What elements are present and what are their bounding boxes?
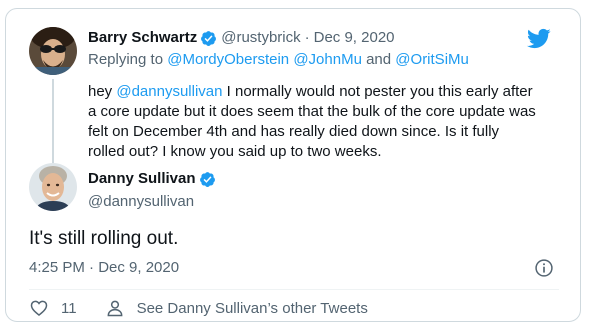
tweet-timestamp[interactable]: 4:25 PM · Dec 9, 2020 xyxy=(29,258,179,278)
see-other-tweets-label: See Danny Sullivan’s other Tweets xyxy=(136,299,368,317)
mention-link[interactable]: @dannysullivan xyxy=(116,83,222,100)
actions-divider xyxy=(29,289,559,290)
see-other-tweets-link[interactable]: See Danny Sullivan’s other Tweets xyxy=(105,298,368,318)
main-tweet-text: It's still rolling out. xyxy=(29,228,179,249)
meta-separator: · xyxy=(304,29,310,46)
reply-author-name[interactable]: Barry Schwartz xyxy=(88,28,197,48)
main-author-row: Danny Sullivan xyxy=(88,169,220,189)
reply-date[interactable]: Dec 9, 2020 xyxy=(314,28,395,48)
reply-tweet-text: hey @dannysullivan I normally would not … xyxy=(88,82,538,162)
reply-author-row: Barry Schwartz @rustybrick · Dec 9, 2020 xyxy=(88,28,395,48)
replying-and: and xyxy=(361,51,396,68)
verified-badge-icon xyxy=(199,171,215,187)
main-author-name[interactable]: Danny Sullivan xyxy=(88,169,196,189)
main-author-handle[interactable]: @dannysullivan xyxy=(88,192,194,212)
twitter-bird-icon[interactable] xyxy=(526,28,551,49)
replying-to-line: Replying to @MordyOberstein @JohnMu and … xyxy=(88,50,469,70)
tweet-embed-card: Barry Schwartz @rustybrick · Dec 9, 2020… xyxy=(5,8,581,322)
danny-sullivan-avatar[interactable] xyxy=(29,163,77,211)
like-count: 11 xyxy=(61,299,77,317)
info-icon[interactable] xyxy=(534,258,554,278)
tweet-actions-bar: 11 See Danny Sullivan’s other Tweets xyxy=(29,298,368,318)
replying-prefix: Replying to xyxy=(88,51,168,68)
heart-icon xyxy=(30,300,48,317)
verified-badge-icon xyxy=(201,30,217,46)
replying-to-mentions[interactable]: @MordyOberstein @JohnMu xyxy=(167,51,362,68)
reply-text-start: hey xyxy=(88,83,117,100)
person-icon xyxy=(107,300,122,317)
barry-schwartz-avatar[interactable] xyxy=(29,27,77,75)
thread-connector-line xyxy=(52,79,54,163)
reply-author-handle[interactable]: @rustybrick xyxy=(221,28,300,48)
replying-to-last-mention[interactable]: @OritSiMu xyxy=(395,51,469,68)
like-button[interactable]: 11 xyxy=(29,298,77,318)
